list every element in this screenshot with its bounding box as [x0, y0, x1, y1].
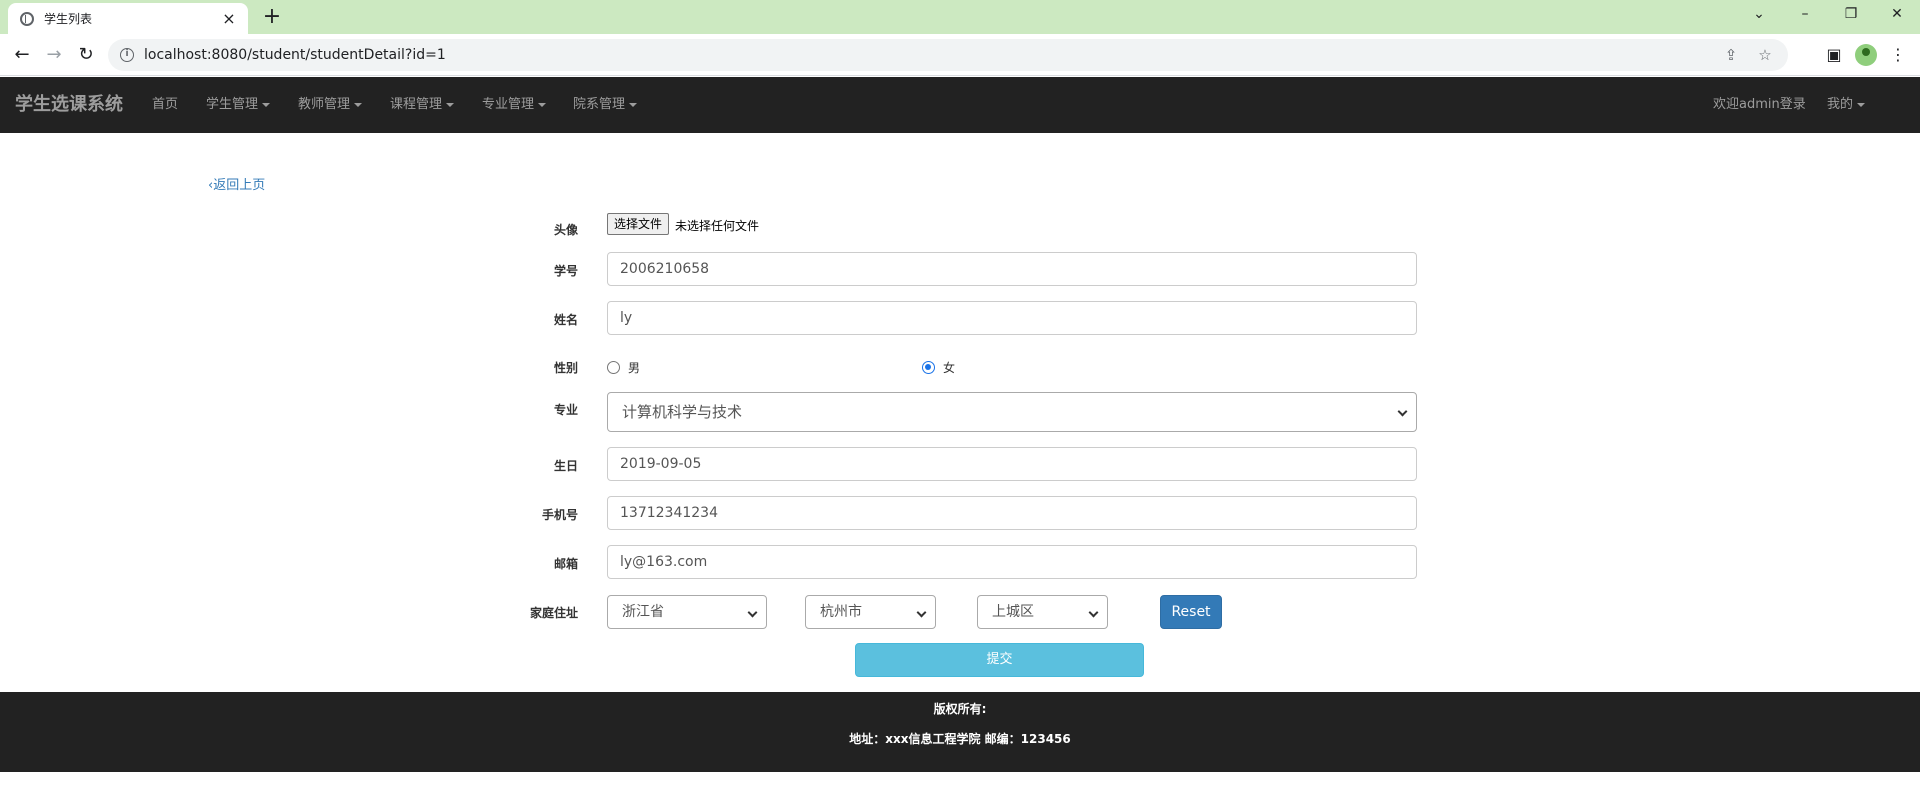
browser-toolbar: ← → ↻ i localhost:8080/student/studentDe…	[0, 34, 1920, 76]
profile-icon	[1855, 44, 1877, 66]
tab-title: 学生列表	[44, 12, 93, 26]
back-link[interactable]: ‹返回上页	[208, 174, 265, 193]
phone-label: 手机号	[541, 508, 578, 522]
caret-down-icon	[262, 102, 271, 107]
brand-title[interactable]: 学生选课系统	[15, 77, 123, 133]
new-tab-button[interactable]: +	[258, 4, 286, 32]
email-field[interactable]: ly@163.com	[607, 545, 1417, 579]
address-label: 家庭住址	[529, 606, 578, 620]
gender-radio-male[interactable]	[607, 361, 620, 374]
city-select-value: 杭州市	[820, 604, 862, 620]
avatar-label: 头像	[553, 223, 578, 237]
back-arrow-icon[interactable]: ←	[8, 41, 36, 69]
major-select-value: 计算机科学与技术	[622, 403, 743, 421]
forward-arrow-icon[interactable]: →	[40, 41, 68, 69]
file-status: 未选择任何文件	[675, 219, 760, 233]
share-icon[interactable]: ⇪	[1720, 46, 1742, 64]
back-link-label: 返回上页	[213, 178, 266, 193]
caret-down-icon	[1857, 102, 1866, 107]
submit-button[interactable]: 提交	[855, 643, 1144, 677]
nav-item-course-management[interactable]: 课程管理	[390, 77, 455, 133]
nav-item-teacher-management[interactable]: 教师管理	[298, 77, 363, 133]
chevron-down-icon	[916, 607, 927, 618]
student-id-field[interactable]: 2006210658	[607, 252, 1417, 286]
student-id-label: 学号	[553, 264, 578, 278]
gender-label: 性别	[553, 361, 578, 375]
footer: 版权所有: 地址：xxx信息工程学院 邮编：123456	[0, 692, 1920, 772]
chevron-down-icon	[1088, 607, 1099, 618]
welcome-text: 欢迎admin登录	[1713, 97, 1806, 112]
tab-close-button[interactable]: ×	[220, 9, 238, 28]
browser-menu-icon[interactable]: ⋮	[1884, 41, 1912, 69]
province-select[interactable]: 浙江省	[607, 595, 767, 629]
city-select[interactable]: 杭州市	[805, 595, 936, 629]
nav-item-label: 课程管理	[390, 97, 443, 112]
nav-item-label: 我的	[1827, 97, 1854, 112]
profile-avatar[interactable]	[1852, 41, 1880, 69]
browser-tabstrip: 学生列表 × + ⌄ – ❐ ✕	[0, 0, 1920, 34]
birthday-field[interactable]: 2019-09-05	[607, 447, 1417, 481]
footer-copyright: 版权所有:	[933, 702, 987, 716]
url-text[interactable]: localhost:8080/student/studentDetail?id=…	[144, 47, 1708, 63]
nav-item-major-management[interactable]: 专业管理	[482, 77, 547, 133]
nav-item-student-management[interactable]: 学生管理	[206, 77, 271, 133]
gender-radio-female[interactable]	[922, 361, 935, 374]
gender-male-label: 男	[628, 361, 641, 375]
caret-down-icon	[354, 102, 363, 107]
site-info-icon[interactable]: i	[120, 48, 134, 62]
caret-down-icon	[538, 102, 547, 107]
phone-field[interactable]: 13712341234	[607, 496, 1417, 530]
reload-icon[interactable]: ↻	[72, 41, 100, 69]
side-panel-icon[interactable]: ▣	[1820, 41, 1848, 69]
restore-button[interactable]: ❐	[1828, 0, 1874, 30]
name-label: 姓名	[553, 313, 578, 327]
major-select[interactable]: 计算机科学与技术	[607, 392, 1417, 432]
reset-button[interactable]: Reset	[1160, 595, 1222, 629]
district-select[interactable]: 上城区	[977, 595, 1108, 629]
province-select-value: 浙江省	[622, 604, 664, 620]
globe-icon	[20, 11, 34, 26]
chevron-down-icon	[747, 607, 758, 618]
name-field[interactable]: ly	[607, 301, 1417, 335]
footer-address: 地址：xxx信息工程学院 邮编：123456	[849, 732, 1071, 746]
choose-file-button[interactable]: 选择文件	[607, 213, 670, 235]
chevron-down-icon	[1397, 406, 1408, 417]
gender-female-label: 女	[943, 361, 956, 375]
district-select-value: 上城区	[992, 604, 1034, 620]
window-close-button[interactable]: ✕	[1874, 0, 1920, 30]
major-label: 专业	[553, 403, 578, 417]
nav-item-label: 专业管理	[482, 97, 535, 112]
nav-item-label: 教师管理	[298, 97, 351, 112]
nav-item-home[interactable]: 首页	[152, 77, 178, 133]
nav-item-department-management[interactable]: 院系管理	[573, 77, 638, 133]
email-label: 邮箱	[553, 557, 578, 571]
nav-item-mine[interactable]: 我的	[1827, 77, 1866, 133]
caret-down-icon	[629, 102, 638, 107]
tab-search-button[interactable]: ⌄	[1736, 0, 1782, 30]
app-navbar: 学生选课系统 首页 学生管理 教师管理 课程管理 专业管理 院系管理 欢迎adm…	[0, 77, 1920, 133]
caret-down-icon	[446, 102, 455, 107]
birthday-label: 生日	[553, 459, 578, 473]
minimize-button[interactable]: –	[1782, 0, 1828, 30]
bookmark-star-icon[interactable]: ☆	[1754, 46, 1776, 64]
nav-item-label: 学生管理	[206, 97, 259, 112]
browser-tab[interactable]: 学生列表 ×	[8, 3, 248, 34]
nav-item-label: 首页	[152, 97, 179, 112]
nav-item-label: 院系管理	[573, 97, 626, 112]
address-bar[interactable]: i localhost:8080/student/studentDetail?i…	[108, 39, 1788, 71]
